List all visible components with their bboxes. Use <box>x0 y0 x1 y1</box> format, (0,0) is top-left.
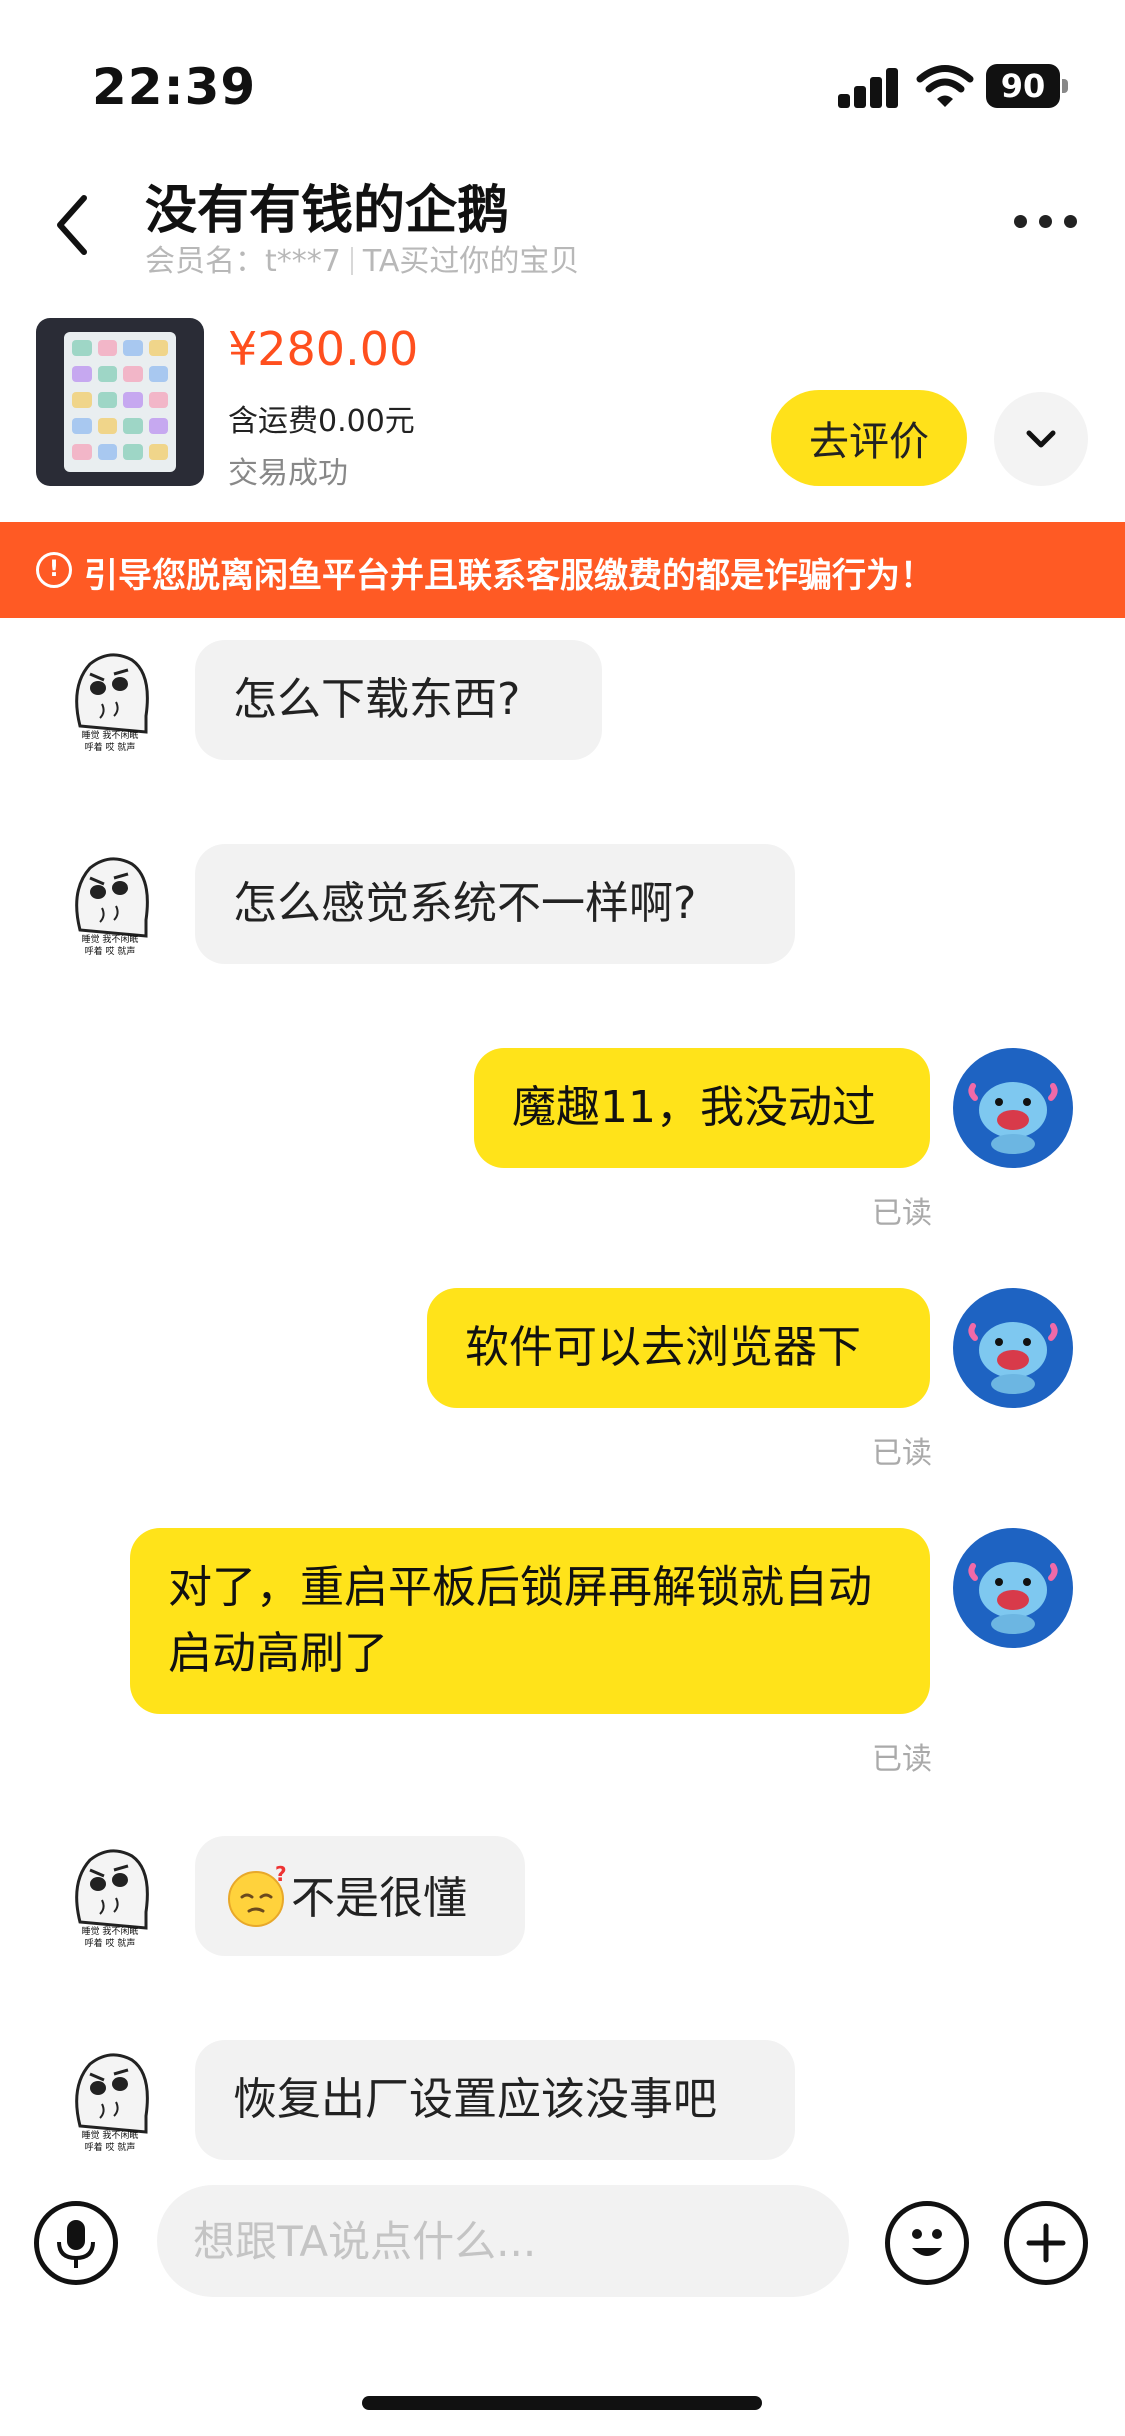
contact-avatar[interactable]: 睡觉 我不闲眠 呼着 哎 就声 <box>62 646 158 756</box>
message-bubble-incoming[interactable]: 怎么感觉系统不一样啊? <box>195 844 795 964</box>
status-time: 22:39 <box>92 58 257 116</box>
more-options-icon[interactable] <box>1014 205 1078 235</box>
message-bubble-incoming[interactable]: 怎么下载东西? <box>195 640 602 760</box>
my-avatar[interactable] <box>953 1048 1073 1168</box>
sticker-text: 呼着 哎 就声 <box>85 741 136 753</box>
message-bubble-incoming[interactable]: 恢复出厂设置应该没事吧 <box>195 2040 795 2160</box>
contact-name[interactable]: 没有有钱的企鹅 <box>145 168 509 243</box>
message-input[interactable] <box>157 2185 849 2297</box>
contact-subtitle: 会员名：t***7 TA买过你的宝贝 <box>145 236 579 280</box>
contact-avatar[interactable]: 睡觉 我不闲眠 呼着 哎 就声 <box>62 2046 158 2156</box>
transaction-status: 交易成功 <box>228 456 348 491</box>
my-avatar[interactable] <box>953 1528 1073 1648</box>
message-bubble-outgoing[interactable]: 魔趣11，我没动过 <box>474 1048 930 1168</box>
cellular-signal-icon <box>838 66 900 108</box>
input-bar <box>0 2165 1125 2315</box>
chevron-down-icon <box>1026 430 1056 448</box>
svg-text:?: ? <box>275 1863 287 1886</box>
message-bubble-outgoing[interactable]: 对了，重启平板后锁屏再解锁就自动启动高刷了 <box>130 1528 930 1714</box>
sticker-text: 睡觉 我不闲眠 <box>82 729 139 741</box>
product-price: ¥280.00 <box>228 322 419 376</box>
axolotl-avatar-icon <box>968 1562 1058 1634</box>
contact-avatar[interactable]: 睡觉 我不闲眠 呼着 哎 就声 <box>62 850 158 960</box>
emoji-icon[interactable] <box>885 2201 969 2285</box>
message-text: 不是很懂 <box>291 1873 467 1924</box>
sticker-text: 睡觉 我不闲眠 <box>82 933 139 945</box>
back-arrow-icon[interactable] <box>48 190 98 260</box>
battery-level: 90 <box>986 64 1060 108</box>
wifi-icon <box>916 65 974 107</box>
message-bubble-outgoing[interactable]: 软件可以去浏览器下 <box>427 1288 930 1408</box>
axolotl-avatar-icon <box>968 1322 1058 1394</box>
warning-text: 引导您脱离闲鱼平台并且联系客服缴费的都是诈骗行为！ <box>84 556 934 596</box>
read-receipt: 已读 <box>872 1196 932 1231</box>
sticker-text: 呼着 哎 就声 <box>85 945 136 957</box>
battery-icon: 90 <box>986 64 1070 108</box>
exclamation-circle-icon: ! <box>36 552 72 588</box>
plus-icon[interactable] <box>1004 2201 1088 2285</box>
contact-avatar[interactable]: 睡觉 我不闲眠 呼着 哎 就声 <box>62 1842 158 1952</box>
sticker-text: 呼着 哎 就声 <box>85 1937 136 1949</box>
status-bar: 22:39 90 <box>0 0 1125 150</box>
sticker-text: 睡觉 我不闲眠 <box>82 2129 139 2141</box>
expand-button[interactable] <box>994 392 1088 486</box>
read-receipt: 已读 <box>872 1742 932 1777</box>
read-receipt: 已读 <box>872 1436 932 1471</box>
microphone-icon[interactable] <box>34 2201 118 2285</box>
rate-button[interactable]: 去评价 <box>771 390 967 486</box>
product-thumbnail[interactable] <box>36 318 204 486</box>
message-bubble-incoming[interactable]: ? 不是很懂 <box>195 1836 525 1956</box>
fraud-warning-banner: ! 引导您脱离闲鱼平台并且联系客服缴费的都是诈骗行为！ <box>0 522 1125 618</box>
relation-text: TA买过你的宝贝 <box>362 244 580 279</box>
sleepy-face-icon: ? <box>228 1862 287 1927</box>
member-id: 会员名：t***7 <box>145 244 341 279</box>
shipping-fee: 含运费0.00元 <box>228 404 415 439</box>
product-card[interactable]: ¥280.00 含运费0.00元 交易成功 去评价 <box>0 300 1125 522</box>
sticker-text: 睡觉 我不闲眠 <box>82 1925 139 1937</box>
my-avatar[interactable] <box>953 1288 1073 1408</box>
chat-header: 没有有钱的企鹅 会员名：t***7 TA买过你的宝贝 <box>0 150 1125 300</box>
axolotl-avatar-icon <box>968 1082 1058 1154</box>
sticker-text: 呼着 哎 就声 <box>85 2141 136 2153</box>
home-indicator[interactable] <box>362 2396 762 2410</box>
